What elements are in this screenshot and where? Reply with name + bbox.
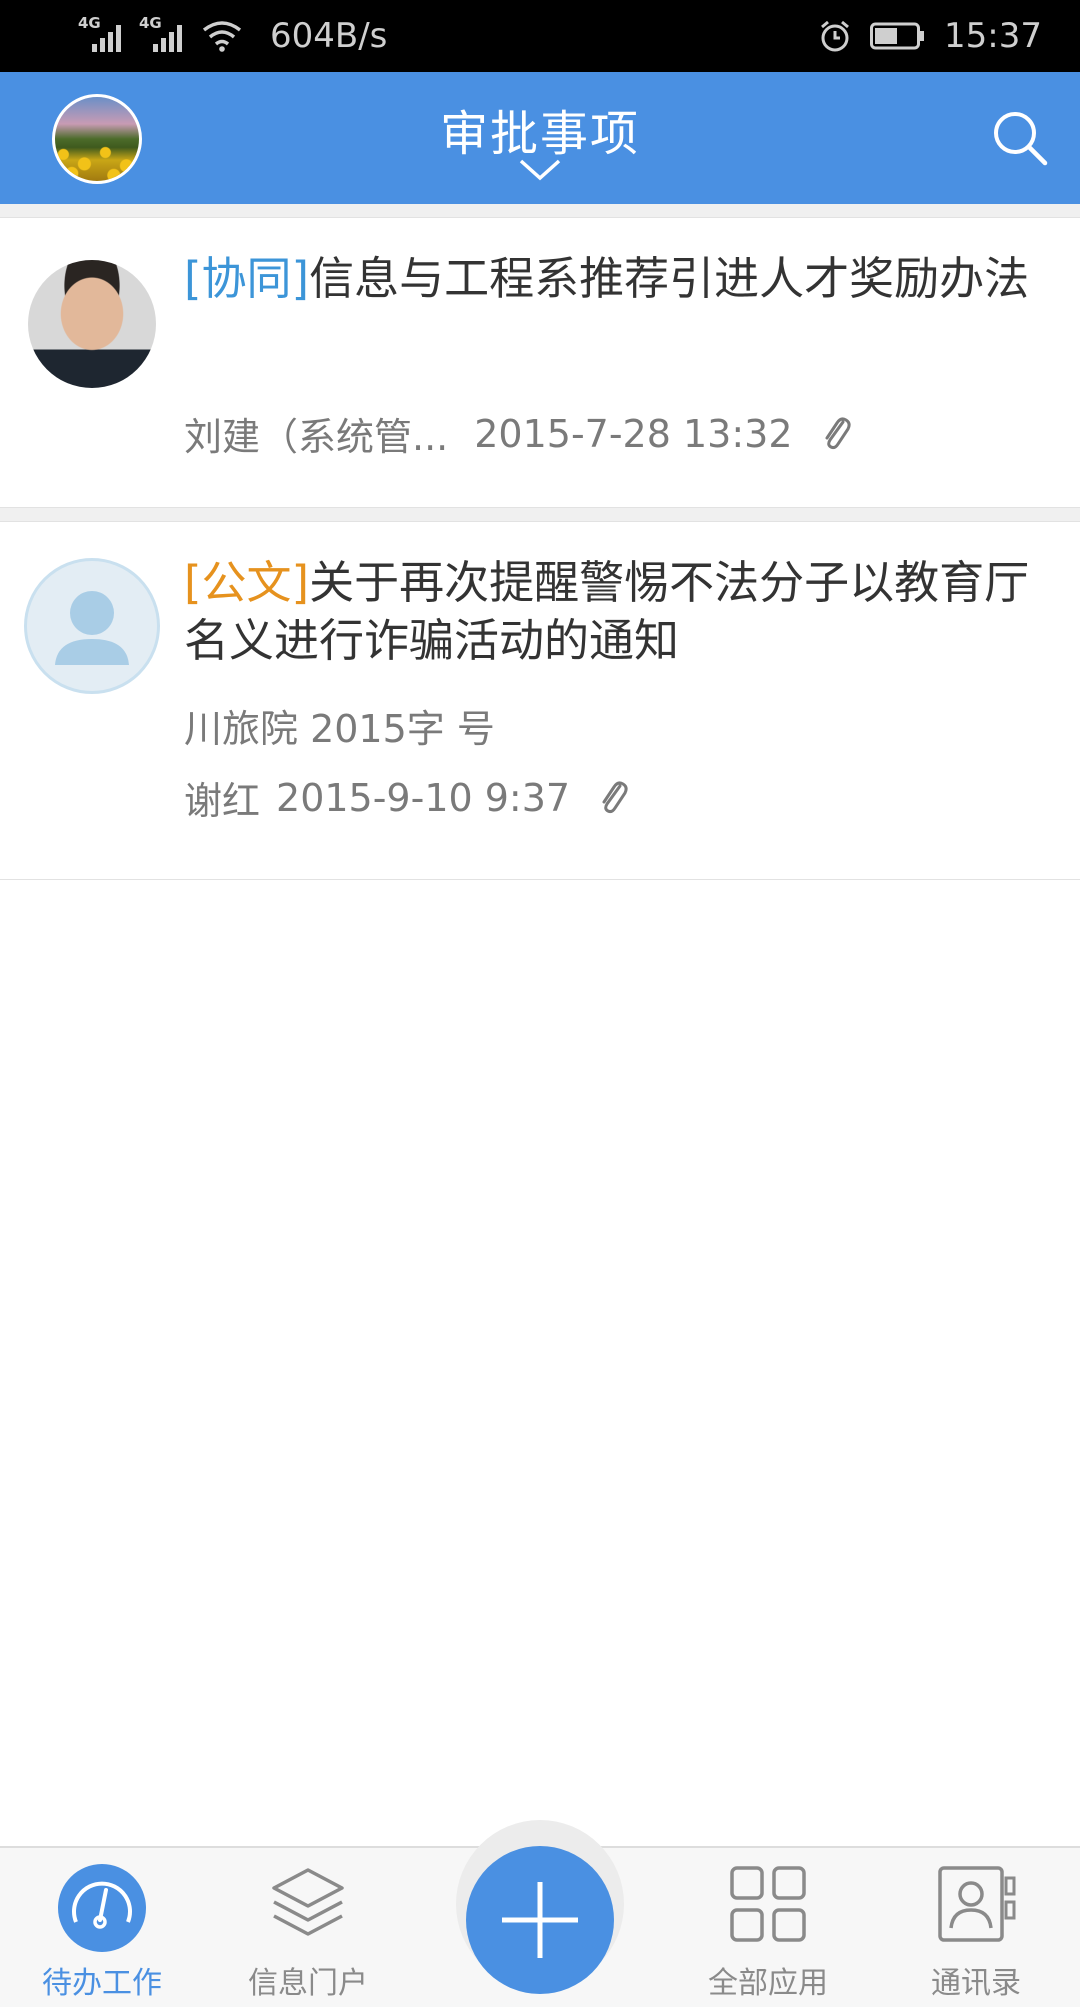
tab-label: 全部应用 (708, 1966, 828, 2001)
item-meta: 谢红 2015-9-10 9:37 (184, 770, 628, 825)
plus-icon (502, 1882, 578, 1958)
item-tag: [协同] (184, 252, 310, 305)
contacts-icon (938, 1866, 1016, 1942)
approval-list: [协同]信息与工程系推荐引进人才奖励办法 刘建（系统管... 2015-7-28… (0, 204, 1080, 880)
attachment-icon (821, 416, 851, 452)
item-meta: 刘建（系统管... 2015-7-28 13:32 (184, 406, 851, 461)
grid-icon (730, 1866, 806, 1942)
alarm-icon (821, 20, 849, 52)
tab-label: 通讯录 (931, 1966, 1021, 2001)
app-header: 审批事项 (0, 72, 1080, 204)
item-sender: 谢红 (184, 779, 261, 823)
page-title[interactable]: 审批事项 (0, 94, 1080, 164)
tab-pending-work[interactable]: 待办工作 (2, 1848, 202, 2009)
list-item[interactable]: [公文]关于再次提醒警惕不法分子以教育厅名义进行诈骗活动的通知 川旅院 2015… (0, 522, 1080, 880)
network-type-label: 4G (78, 14, 101, 32)
tab-label: 待办工作 (42, 1966, 162, 2001)
sender-avatar (28, 260, 156, 388)
battery-icon (870, 22, 925, 50)
chevron-down-icon[interactable] (518, 158, 562, 182)
doc-number: 川旅院 2015字 号 (184, 707, 495, 751)
network-speed: 604B/s (270, 16, 388, 56)
default-avatar-icon (24, 558, 160, 694)
signal-icon: 4G (139, 14, 182, 52)
item-doc-number: 川旅院 2015字 号 (184, 698, 495, 753)
add-button[interactable] (466, 1846, 614, 1994)
item-title: [公文]关于再次提醒警惕不法分子以教育厅名义进行诈骗活动的通知 (184, 554, 1040, 670)
clock: 15:37 (944, 16, 1042, 56)
item-title-text: 关于再次提醒警惕不法分子以教育厅名义进行诈骗活动的通知 (184, 556, 1030, 667)
tab-label: 信息门户 (248, 1966, 368, 2001)
signal-icon: 4G (78, 14, 121, 52)
wifi-icon (202, 21, 242, 52)
item-sender: 刘建（系统管... (184, 415, 449, 459)
attachment-icon (598, 780, 628, 816)
tab-info-portal[interactable]: 信息门户 (208, 1848, 408, 2009)
network-type-label: 4G (139, 14, 162, 32)
tab-all-apps[interactable]: 全部应用 (668, 1848, 868, 2009)
item-time: 2015-7-28 13:32 (474, 411, 793, 456)
status-bar: 4G 4G 604B/s 15:37 (0, 0, 1080, 72)
tab-contacts[interactable]: 通讯录 (876, 1848, 1076, 2009)
item-title: [协同]信息与工程系推荐引进人才奖励办法 (184, 250, 1040, 308)
item-title-text: 信息与工程系推荐引进人才奖励办法 (309, 252, 1030, 305)
list-item[interactable]: [协同]信息与工程系推荐引进人才奖励办法 刘建（系统管... 2015-7-28… (0, 218, 1080, 508)
search-icon[interactable] (990, 108, 1050, 168)
item-time: 2015-9-10 9:37 (276, 775, 571, 820)
dashboard-icon (58, 1864, 146, 1952)
layers-icon (272, 1868, 344, 1936)
divider (0, 508, 1080, 522)
divider (0, 204, 1080, 218)
item-tag: [公文] (184, 556, 310, 609)
